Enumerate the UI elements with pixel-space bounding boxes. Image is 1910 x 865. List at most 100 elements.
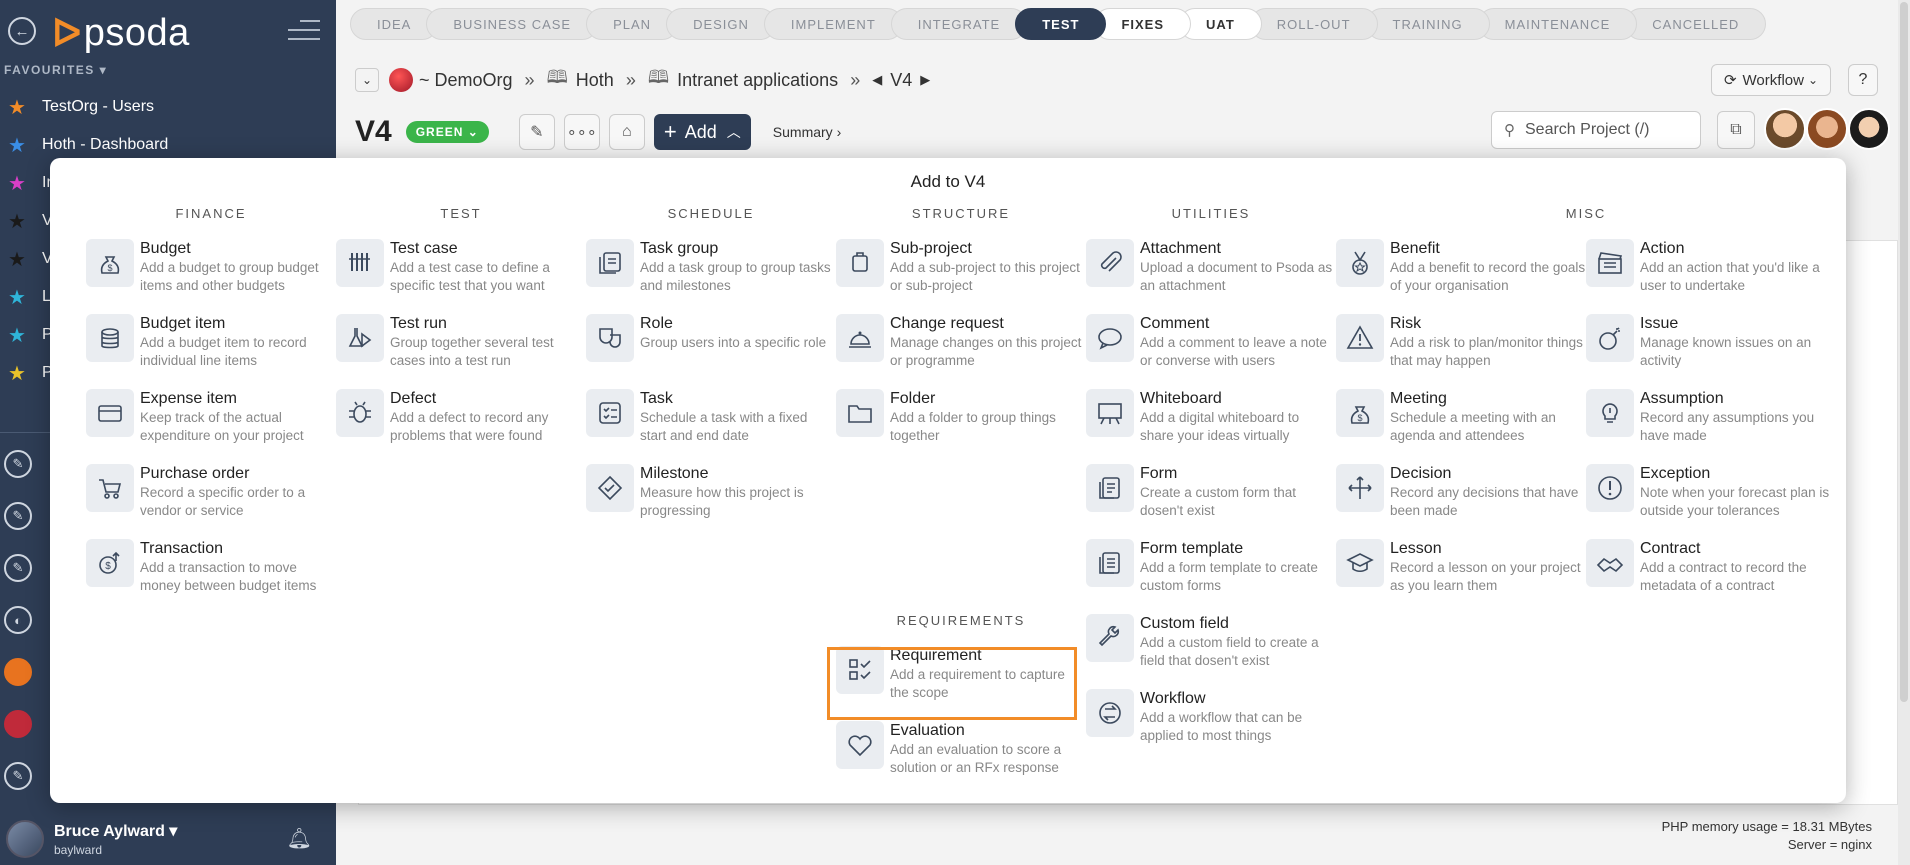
add-item-change-request[interactable]: Change request Manage changes on this pro… — [836, 314, 1086, 389]
phase-tab[interactable]: PLAN — [586, 8, 679, 40]
summary-link[interactable]: Summary › — [773, 124, 841, 140]
add-item-description: Add a budget item to record individual l… — [140, 335, 307, 368]
phase-tab[interactable]: ROLL-OUT — [1249, 8, 1378, 40]
add-item-name: Whiteboard — [1140, 390, 1222, 407]
phase-tab[interactable]: MAINTENANCE — [1477, 8, 1638, 40]
add-item-requirement[interactable]: Requirement Add a requirement to capture … — [836, 646, 1086, 721]
avatar[interactable] — [1848, 108, 1890, 150]
add-item-custom-field[interactable]: Custom field Add a custom field to create… — [1086, 614, 1336, 689]
phase-tab[interactable]: IDEA — [350, 8, 439, 40]
recent-item-icon[interactable] — [4, 658, 32, 686]
breadcrumb-org[interactable]: ~ DemoOrg — [419, 70, 513, 91]
caret-right-icon[interactable]: ▶ — [920, 72, 930, 88]
phase-tab[interactable]: FIXES — [1094, 8, 1192, 40]
add-item-lesson[interactable]: Lesson Record a lesson on your project as… — [1336, 539, 1586, 614]
layout-icon[interactable]: ⧉ — [1717, 111, 1755, 149]
add-item-attachment[interactable]: Attachment Upload a document to Psoda as … — [1086, 239, 1336, 314]
add-item-assumption[interactable]: Assumption Record any assumptions you hav… — [1586, 389, 1836, 464]
add-item-role[interactable]: Role Group users into a specific role — [586, 314, 836, 389]
phase-tab[interactable]: TRAINING — [1365, 8, 1490, 40]
scrollbar[interactable] — [1898, 0, 1910, 865]
money-bag-icon: $ — [86, 239, 134, 287]
whiteboard-icon — [1086, 389, 1134, 437]
avatar — [6, 819, 44, 858]
add-item-benefit[interactable]: Benefit Add a benefit to record the goals… — [1336, 239, 1586, 314]
add-item-transaction[interactable]: $ Transaction Add a transaction to move mo… — [86, 539, 336, 614]
status-badge[interactable]: GREEN ⌄ — [405, 121, 489, 143]
arrow-left-icon[interactable]: ← — [8, 17, 36, 45]
column-heading: TEST — [440, 206, 482, 221]
add-item-form-template[interactable]: Form template Add a form template to crea… — [1086, 539, 1336, 614]
add-item-name: Issue — [1640, 315, 1679, 332]
phase-tab[interactable]: CANCELLED — [1625, 8, 1767, 40]
add-item-test-case[interactable]: Test case Add a test case to define a spe… — [336, 239, 586, 314]
add-item-defect[interactable]: Defect Add a defect to record any problem… — [336, 389, 586, 464]
add-item-comment[interactable]: Comment Add a comment to leave a note or … — [1086, 314, 1336, 389]
add-item-purchase-order[interactable]: Purchase order Record a specific order to… — [86, 464, 336, 539]
search-input[interactable]: ⚲ Search Project (/) — [1491, 111, 1701, 149]
add-button[interactable]: + Add ︿ — [653, 114, 751, 150]
phase-tab[interactable]: BUSINESS CASE — [426, 8, 599, 40]
scrollbar-thumb[interactable] — [1900, 2, 1908, 702]
add-item-description: Add a task group to group tasks and mile… — [640, 260, 831, 293]
add-item-task-group[interactable]: Task group Add a task group to group task… — [586, 239, 836, 314]
psoda-logo[interactable]: ᐅ psoda — [52, 8, 190, 58]
breadcrumb-project[interactable]: Intranet applications — [677, 70, 838, 91]
star-icon: ★ — [8, 134, 26, 157]
notification-bell-icon[interactable]: 🔔︎ — [287, 826, 312, 851]
add-item-expense-item[interactable]: Expense item Keep track of the actual exp… — [86, 389, 336, 464]
add-item-folder[interactable]: Folder Add a folder to group things toget… — [836, 389, 1086, 464]
add-item-description: Add a form template to create custom for… — [1140, 560, 1318, 593]
add-item-name: Budget item — [140, 315, 226, 332]
breadcrumb-separator: » — [625, 69, 636, 90]
server-info: PHP memory usage = 18.31 MBytes Server =… — [1661, 819, 1872, 852]
chevron-down-icon[interactable]: ⌄ — [355, 68, 379, 92]
favourites-heading[interactable]: FAVOURITES ▾ — [4, 63, 107, 77]
recent-item-icon[interactable]: ✎ — [4, 450, 32, 478]
favourite-item[interactable]: ★ TestOrg - Users — [0, 88, 336, 126]
add-item-exception[interactable]: Exception Note when your forecast plan is… — [1586, 464, 1836, 539]
add-item-milestone[interactable]: Milestone Measure how this project is pro… — [586, 464, 836, 539]
add-item-sub-project[interactable]: Sub-project Add a sub-project to this pro… — [836, 239, 1086, 314]
recent-item-icon[interactable]: ✎ — [4, 502, 32, 530]
add-item-decision[interactable]: Decision Record any decisions that have b… — [1336, 464, 1586, 539]
phase-tab[interactable]: UAT — [1179, 8, 1262, 40]
workflow-button[interactable]: ⟳ Workflow ⌄ — [1711, 64, 1831, 96]
modal-column: MISC Benefit Add a benefit to record the g… — [1336, 206, 1604, 614]
add-item-contract[interactable]: Contract Add a contract to record the met… — [1586, 539, 1836, 614]
add-item-issue[interactable]: Issue Manage known issues on an activity — [1586, 314, 1836, 389]
add-item-evaluation[interactable]: Evaluation Add an evaluation to score a s… — [836, 721, 1086, 796]
recent-item-icon[interactable]: ◐ — [4, 606, 32, 634]
add-item-workflow[interactable]: Workflow Add a workflow that can be appli… — [1086, 689, 1336, 764]
tag-icon[interactable]: ⌂ — [608, 114, 645, 150]
phase-tab[interactable]: DESIGN — [666, 8, 776, 40]
add-item-action[interactable]: Action Add an action that you'd like a us… — [1586, 239, 1836, 314]
caret-left-icon[interactable]: ◀ — [872, 72, 882, 88]
breadcrumb-program[interactable]: Hoth — [576, 70, 614, 91]
add-item-test-run[interactable]: Test run Group together several test case… — [336, 314, 586, 389]
breadcrumb-version: V4 — [890, 69, 913, 90]
phase-tab[interactable]: TEST — [1015, 8, 1107, 40]
add-item-budget[interactable]: $ Budget Add a budget to group budget item… — [86, 239, 336, 314]
more-dots-icon[interactable]: ∘∘∘ — [563, 114, 600, 150]
avatar[interactable] — [1764, 108, 1806, 150]
edit-pencil-icon[interactable]: ✎ — [518, 114, 555, 150]
add-item-form[interactable]: Form Create a custom form that dosen't ex… — [1086, 464, 1336, 539]
avatar[interactable] — [1806, 108, 1848, 150]
phase-tab[interactable]: IMPLEMENT — [763, 8, 903, 40]
column-heading: STRUCTURE — [911, 206, 1011, 221]
paperclip-icon — [1086, 239, 1134, 287]
add-item-risk[interactable]: Risk Add a risk to plan/monitor things th… — [1336, 314, 1586, 389]
add-item-budget-item[interactable]: Budget item Add a budget item to record i… — [86, 314, 336, 389]
add-item-meeting[interactable]: $ Meeting Schedule a meeting with an agend… — [1336, 389, 1586, 464]
recent-item-icon[interactable]: ✎ — [4, 762, 32, 790]
add-item-task[interactable]: Task Schedule a task with a fixed start a… — [586, 389, 836, 464]
test-tubes-icon — [336, 239, 384, 287]
menu-toggle-icon[interactable] — [288, 20, 320, 42]
user-menu[interactable]: Bruce Aylward ▾ baylward 🔔︎ — [0, 812, 336, 865]
recent-item-icon[interactable]: ✎ — [4, 554, 32, 582]
add-item-whiteboard[interactable]: Whiteboard Add a digital whiteboard to sh… — [1086, 389, 1336, 464]
recent-item-icon[interactable] — [4, 710, 32, 738]
phase-tab[interactable]: INTEGRATE — [890, 8, 1028, 40]
help-button[interactable]: ? — [1848, 64, 1878, 96]
